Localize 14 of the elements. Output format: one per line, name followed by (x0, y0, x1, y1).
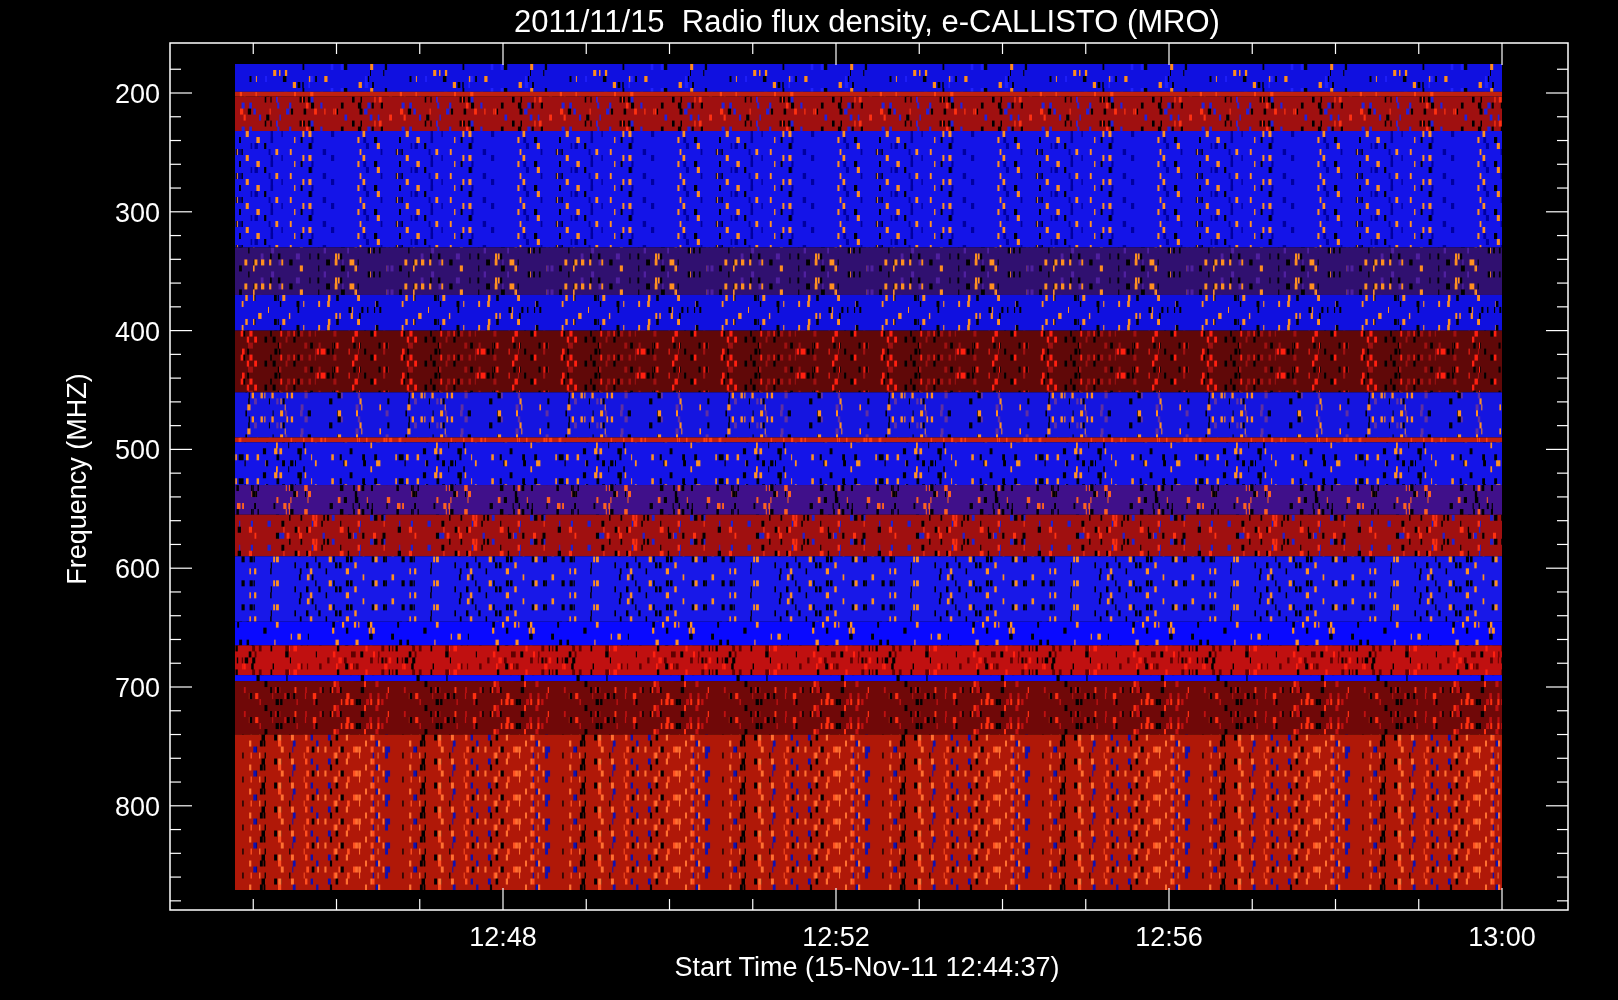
y-tick-label: 500 (114, 435, 160, 466)
y-tick-label: 600 (114, 554, 160, 585)
y-tick-label: 800 (114, 791, 160, 822)
x-tick-label: 12:56 (1135, 922, 1203, 952)
y-tick-label: 200 (114, 79, 160, 109)
chart-title: 2011/11/15 Radio flux density, e-CALLISTO (MRO) (514, 4, 1220, 39)
y-tick-label: 700 (114, 673, 160, 703)
x-tick-label: 13:00 (1468, 922, 1536, 952)
x-tick-label: 12:48 (469, 922, 537, 952)
x-tick-label: 12:52 (802, 922, 870, 952)
y-tick-label: 300 (114, 197, 160, 228)
y-tick-label: 400 (114, 316, 160, 347)
x-axis-label: Start Time (15-Nov-11 12:44:37) (674, 952, 1060, 982)
y-axis-label: Frequency (MHZ) (62, 373, 92, 585)
